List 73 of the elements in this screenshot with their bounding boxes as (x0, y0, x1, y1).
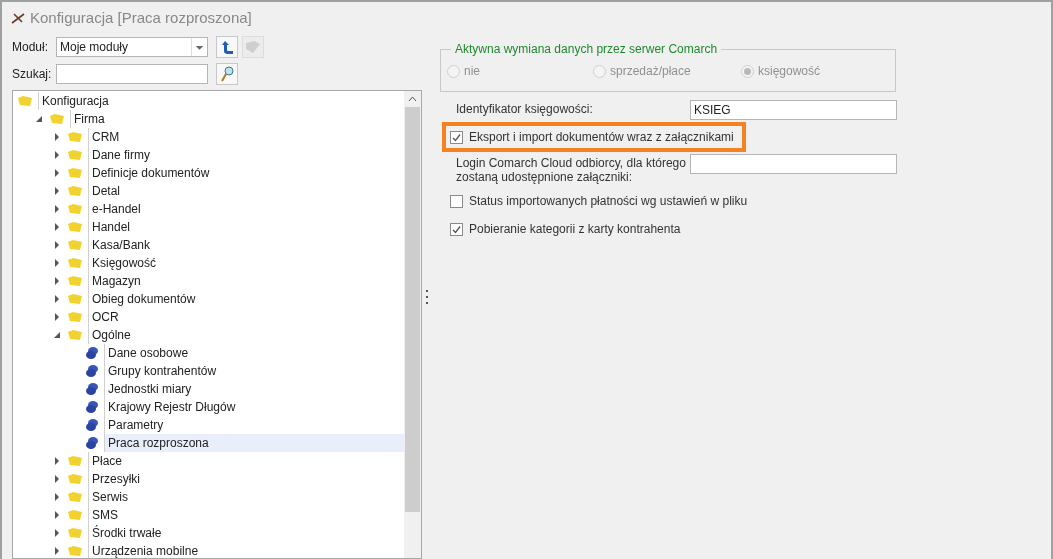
splitter-grip-icon[interactable] (425, 289, 429, 304)
expand-arrow-icon[interactable] (53, 241, 61, 249)
field-label: Identyfikator księgowości: (456, 101, 594, 116)
folder-icon (67, 167, 83, 179)
search-label: Szukaj: (12, 66, 52, 83)
folder-icon (67, 473, 83, 485)
folder-icon (67, 185, 83, 197)
collapse-arrow-icon[interactable] (53, 331, 61, 339)
radio-label: nie (464, 63, 480, 80)
folder-icon (67, 491, 83, 503)
stack-icon (85, 400, 99, 414)
expand-arrow-icon[interactable] (53, 511, 61, 519)
stack-icon (85, 382, 99, 396)
expand-arrow-icon[interactable] (53, 223, 61, 231)
radio-label: księgowość (758, 63, 821, 80)
expand-arrow-icon[interactable] (53, 457, 61, 465)
folder-icon (67, 455, 83, 467)
checkbox[interactable] (450, 130, 463, 144)
stack-icon (85, 418, 99, 432)
checkbox-label: Eksport i import dokumentów wraz z załącznikami (469, 129, 734, 146)
text-field[interactable]: KSIEG (690, 100, 897, 120)
search-icon (220, 66, 234, 82)
stack-icon (85, 436, 99, 450)
expand-arrow-icon[interactable] (53, 259, 61, 267)
group-title: Aktywna wymiana danych przez serwer Comarch (454, 41, 719, 58)
expand-arrow-icon[interactable] (53, 529, 61, 537)
collapse-arrow-icon[interactable] (35, 115, 43, 123)
folder-icon (67, 275, 83, 287)
module-label: Moduł: (12, 39, 50, 56)
folder-icon (67, 329, 83, 341)
search-button[interactable] (216, 63, 238, 85)
folder-icon (67, 527, 83, 539)
checkbox-label: Pobieranie kategorii z karty kontrahenta (469, 221, 681, 238)
module-dropdown[interactable]: Moje moduły (56, 37, 208, 57)
expand-arrow-icon[interactable] (53, 475, 61, 483)
expand-arrow-icon[interactable] (53, 133, 61, 141)
folder-icon (67, 311, 83, 323)
expand-arrow-icon[interactable] (53, 547, 61, 555)
curved-arrow-icon (219, 39, 235, 55)
folder-icon (67, 221, 83, 233)
search-field[interactable] (56, 64, 208, 84)
expand-arrow-icon[interactable] (53, 151, 61, 159)
folder-icon (67, 293, 83, 305)
folder-icon (17, 95, 33, 107)
check-icon (452, 224, 461, 234)
checkbox[interactable] (450, 222, 463, 236)
checkbox-label: Status importowanych płatności wg ustawień w pliku (469, 193, 748, 210)
field-label: Login Comarch Cloud odbiorcy, dla którego zostaną udostępnione załączniki: (456, 155, 687, 184)
folder-icon (49, 113, 65, 125)
tree-item[interactable]: Praca rozproszona (104, 434, 404, 452)
folder-icon (67, 131, 83, 143)
folder-icon (67, 509, 83, 521)
stack-icon (85, 346, 99, 360)
folder-icon (67, 203, 83, 215)
expand-arrow-icon[interactable] (53, 169, 61, 177)
expand-arrow-icon[interactable] (53, 313, 61, 321)
check-icon (452, 132, 461, 142)
folder-icon (67, 257, 83, 269)
expand-arrow-icon[interactable] (53, 277, 61, 285)
expand-arrow-icon[interactable] (53, 205, 61, 213)
checkbox[interactable] (450, 194, 463, 208)
text-field[interactable] (690, 154, 897, 174)
folder-icon (67, 239, 83, 251)
back-button[interactable] (216, 36, 238, 58)
window-title: Konfiguracja [Praca rozproszona] (30, 7, 252, 28)
folder-icon (67, 149, 83, 161)
stack-icon (85, 364, 99, 378)
folder-icon (67, 545, 83, 557)
radio-label: sprzedaż/płace (610, 63, 691, 80)
expand-arrow-icon[interactable] (53, 493, 61, 501)
scrollbar-thumb[interactable] (405, 107, 420, 512)
expand-arrow-icon[interactable] (53, 187, 61, 195)
expand-arrow-icon[interactable] (53, 295, 61, 303)
